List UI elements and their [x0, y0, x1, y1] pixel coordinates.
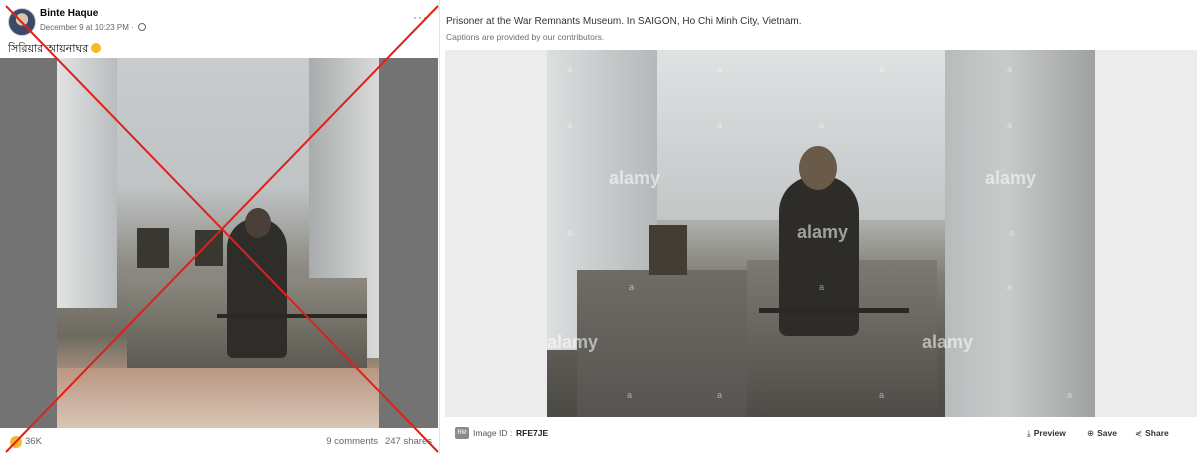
- reaction-count[interactable]: 36K: [25, 436, 42, 447]
- watermark-small: a: [819, 120, 825, 130]
- post-photo[interactable]: [0, 58, 438, 428]
- post-header: Binte Haque December 9 at 10:23 PM · ···: [8, 6, 432, 38]
- watermark: alamy: [797, 222, 849, 242]
- photo-frame: alamy alamy alamy alamy alamy a a a a a …: [445, 50, 1197, 417]
- watermark-small: a: [879, 64, 885, 74]
- watermark-small: a: [629, 282, 635, 292]
- watermark-small: a: [1007, 120, 1013, 130]
- cell-box: [195, 230, 223, 266]
- cell-box: [137, 228, 169, 268]
- cell-wall-left: [57, 58, 117, 308]
- watermark-small: a: [1007, 64, 1013, 74]
- preview-button[interactable]: ⤓ Preview: [1027, 428, 1066, 439]
- prisoner-head: [245, 208, 271, 238]
- globe-icon: [138, 23, 147, 31]
- shackle-bar: [217, 314, 367, 318]
- watermark: alamy: [609, 168, 661, 188]
- watermark: alamy: [922, 332, 974, 352]
- watermark-small: a: [819, 282, 825, 292]
- caption-text: সিরিয়ার আয়নাঘর: [8, 43, 89, 55]
- avatar[interactable]: [8, 8, 36, 36]
- stock-photo-page: Prisoner at the War Remnants Museum. In …: [445, 0, 1199, 454]
- watermark-small: a: [1007, 282, 1013, 292]
- watermark-small: a: [879, 390, 885, 400]
- comments-count[interactable]: 9 comments: [326, 436, 378, 447]
- prisoner-figure: [227, 218, 287, 358]
- watermark-small: a: [1067, 390, 1073, 400]
- photo-content: [57, 58, 379, 428]
- cell-box: [649, 225, 687, 275]
- watermark-small: a: [717, 64, 723, 74]
- image-id-value: RFE7JE: [516, 428, 549, 438]
- shares-count[interactable]: 247 shares: [385, 436, 432, 447]
- photo-subtitle: Captions are provided by our contributor…: [446, 32, 605, 42]
- download-icon: ⤓: [1027, 428, 1031, 438]
- photo-toolbar: RM Image ID : RFE7JE ⤓ Preview ⊕ Save ⋞ Sha…: [445, 420, 1199, 448]
- save-button[interactable]: ⊕ Save: [1087, 428, 1117, 439]
- cell-floor: [577, 270, 757, 417]
- watermark: alamy: [547, 332, 599, 352]
- plus-circle-icon: ⊕: [1087, 428, 1095, 438]
- watermark-small: a: [567, 228, 573, 238]
- more-options-icon[interactable]: ···: [413, 10, 428, 24]
- watermark: alamy: [985, 168, 1037, 188]
- haha-reaction-icon[interactable]: [10, 436, 22, 448]
- photo-title: Prisoner at the War Remnants Museum. In …: [446, 16, 802, 27]
- watermark-small: a: [717, 390, 723, 400]
- rm-badge-icon: RM: [455, 427, 469, 439]
- prisoner-head: [799, 146, 837, 190]
- cell-wall-right: [945, 50, 1095, 417]
- watermark-small: a: [567, 120, 573, 130]
- post-caption: সিরিয়ার আয়নাঘর: [8, 40, 102, 59]
- save-label: Save: [1097, 428, 1117, 438]
- watermark-small: a: [1009, 228, 1015, 238]
- share-button[interactable]: ⋞ Share: [1135, 428, 1169, 439]
- watermark-small: a: [567, 64, 573, 74]
- stock-photo[interactable]: alamy alamy alamy alamy alamy a a a a a …: [547, 50, 1095, 417]
- shackle-bar: [759, 308, 909, 313]
- preview-label: Preview: [1033, 428, 1066, 438]
- share-label: Share: [1145, 428, 1169, 438]
- image-id-label: Image ID :: [473, 428, 513, 438]
- post-meta: December 9 at 10:23 PM ·: [40, 23, 147, 32]
- emoji-icon: [91, 43, 102, 53]
- watermark-small: a: [717, 120, 723, 130]
- post-timestamp[interactable]: December 9 at 10:23 PM ·: [40, 23, 136, 32]
- blurred-foreground: [57, 368, 379, 428]
- share-icon: ⋞: [1135, 428, 1143, 438]
- watermark-small: a: [627, 390, 633, 400]
- comparison-screenshot: Binte Haque December 9 at 10:23 PM · ···…: [0, 0, 1199, 454]
- facebook-post: Binte Haque December 9 at 10:23 PM · ···…: [0, 0, 440, 454]
- author-name[interactable]: Binte Haque: [40, 8, 98, 19]
- post-footer: 36K 9 comments 247 shares: [0, 430, 438, 454]
